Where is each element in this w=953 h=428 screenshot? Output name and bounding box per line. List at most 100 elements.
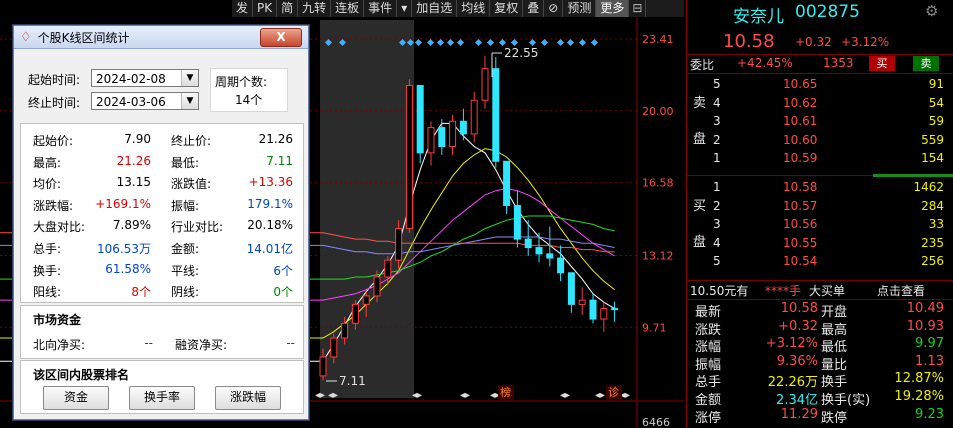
range-stat-label: 均价:: [33, 177, 62, 192]
candle-body[interactable]: [341, 322, 349, 339]
candle-body[interactable]: [481, 68, 489, 101]
end-date-picker[interactable]: 2024-03-06 ▼: [91, 92, 199, 110]
low-price-label: 7.11: [339, 374, 366, 388]
stat-label: 涨跌: [695, 322, 722, 338]
buy-level-price: 10.58: [783, 180, 818, 194]
sell-level-price: 10.65: [783, 77, 818, 91]
candle-body[interactable]: [351, 303, 359, 324]
candle-body[interactable]: [535, 247, 543, 255]
range-stat-value: +169.1%: [95, 196, 151, 211]
range-stat-value: 7.90: [124, 132, 151, 146]
rank-turnover-button[interactable]: 换手率: [129, 386, 195, 410]
range-arrow-icon[interactable]: ◂▸: [460, 390, 470, 401]
toolbar-item-0[interactable]: 发: [232, 0, 254, 17]
candle-body[interactable]: [546, 253, 554, 259]
candle-body[interactable]: [492, 68, 500, 162]
buy-level-number: 5: [713, 254, 721, 269]
stat-value: +0.32: [778, 318, 818, 334]
candle-body[interactable]: [427, 127, 435, 154]
candle-body[interactable]: [578, 299, 586, 305]
candle-body[interactable]: [384, 259, 392, 278]
stat-value: 22.26万: [767, 375, 818, 391]
chevron-down-icon[interactable]: ▼: [181, 93, 198, 109]
range-arrow-icon[interactable]: ◂▸: [412, 390, 422, 401]
toolbar-item-1[interactable]: PK: [253, 0, 278, 17]
toolbar-item-3[interactable]: 九转: [298, 0, 332, 17]
candle-body[interactable]: [589, 299, 597, 320]
buy-level-volume: 1462: [913, 180, 944, 194]
close-button[interactable]: X: [260, 28, 302, 47]
candle-body[interactable]: [600, 308, 608, 320]
rank-change-button[interactable]: 涨跌幅: [215, 386, 281, 410]
buy-level-number: 1: [713, 180, 721, 194]
candle-body[interactable]: [449, 120, 457, 148]
dialog-titlebar[interactable]: ♢ 个股K线区间统计 X: [14, 26, 308, 49]
stat-value: 9.36%: [776, 353, 818, 369]
toolbar-item-4[interactable]: 连板: [331, 0, 365, 17]
buy-level-row[interactable]: 5 10.54 256: [687, 253, 953, 270]
range-stat-value: 7.89%: [112, 218, 151, 233]
candle-body[interactable]: [503, 160, 511, 206]
toolbar-item-7[interactable]: 加自选: [412, 0, 458, 17]
sell-level-row[interactable]: 3 10.61 59: [687, 113, 953, 130]
sell-level-row[interactable]: 4 10.62 54: [687, 95, 953, 112]
candle-body[interactable]: [319, 356, 327, 377]
chevron-down-icon[interactable]: ▼: [181, 70, 198, 86]
range-arrow-icon[interactable]: ◂▸: [328, 390, 338, 401]
range-arrow-icon[interactable]: ◂▸: [560, 390, 570, 401]
candle-body[interactable]: [330, 337, 338, 358]
end-date-value: 2024-03-06: [96, 95, 166, 109]
sell-level-row[interactable]: 2 10.60 559: [687, 132, 953, 149]
quote-stat-row: 总手 22.26万 换手 12.87%: [687, 371, 953, 391]
toolbar-item-5[interactable]: 事件: [364, 0, 398, 17]
buy-level-row[interactable]: 3 10.56 33: [687, 216, 953, 233]
range-stat-label: 平线:: [171, 263, 200, 278]
toolbar-item-11[interactable]: ⊘: [544, 0, 564, 17]
candle-body[interactable]: [524, 238, 532, 249]
buy-level-row[interactable]: 4 10.55 235: [687, 235, 953, 252]
range-stat-label: 涨跌幅:: [33, 198, 74, 213]
price-tick-label: 16.58: [642, 177, 674, 190]
toolbar-item-13[interactable]: 更多: [596, 0, 630, 17]
toolbar-item-10[interactable]: 叠: [523, 0, 545, 17]
big-order-view-link[interactable]: 点击查看: [877, 282, 925, 299]
quote-stat-row: 涨停 11.29 跌停 9.23: [687, 407, 953, 426]
candle-body[interactable]: [362, 295, 370, 305]
sell-level-price: 10.61: [783, 114, 818, 129]
toolbar-item-2[interactable]: 简: [277, 0, 299, 17]
toolbar-item-6[interactable]: ▾: [397, 0, 413, 17]
weicha-value: 1353: [823, 56, 854, 70]
buy-level-row[interactable]: 1 10.58 1462: [687, 179, 953, 196]
start-date-picker[interactable]: 2024-02-08 ▼: [91, 69, 199, 87]
candle-body[interactable]: [611, 308, 619, 311]
sell-level-volume: 54: [928, 95, 944, 110]
buy-level-row[interactable]: 2 10.57 284: [687, 198, 953, 215]
sell-level-row[interactable]: 1 10.59 154: [687, 150, 953, 167]
sell-level-row[interactable]: 5 10.65 91: [687, 76, 953, 93]
candle-body[interactable]: [513, 204, 521, 240]
buy-button[interactable]: 买: [869, 56, 895, 71]
sell-level-volume: 559: [921, 132, 944, 147]
rank-fund-button[interactable]: 资金: [43, 386, 109, 410]
gear-icon[interactable]: ⚙: [925, 2, 938, 20]
candle-body[interactable]: [567, 272, 575, 305]
candle-body[interactable]: [405, 85, 413, 230]
toolbar-item-9[interactable]: 复权: [490, 0, 524, 17]
toolbar-overflow-icon[interactable]: ⊟: [629, 0, 647, 17]
range-stat-row: 均价: 13.15 涨跌值: +13.36: [21, 175, 303, 193]
candle-body[interactable]: [470, 99, 478, 135]
stat-label: 振幅: [695, 357, 722, 373]
candle-body[interactable]: [416, 85, 424, 154]
candle-body[interactable]: [395, 228, 403, 261]
big-order-bar[interactable]: 10.50元有 ****手 大买单 点击查看: [687, 280, 953, 300]
toolbar-item-12[interactable]: 预测: [563, 0, 597, 17]
toolbar-item-8[interactable]: 均线: [457, 0, 491, 17]
candle-body[interactable]: [459, 120, 467, 135]
candle-body[interactable]: [373, 276, 381, 297]
range-arrow-icon[interactable]: ◂▸: [315, 390, 325, 401]
range-arrow-icon[interactable]: ◂▸: [595, 390, 605, 401]
candle-body[interactable]: [438, 127, 446, 148]
sell-button[interactable]: 卖: [913, 56, 939, 71]
candle-body[interactable]: [557, 257, 565, 274]
range-stat-value: 61.58%: [105, 261, 151, 276]
